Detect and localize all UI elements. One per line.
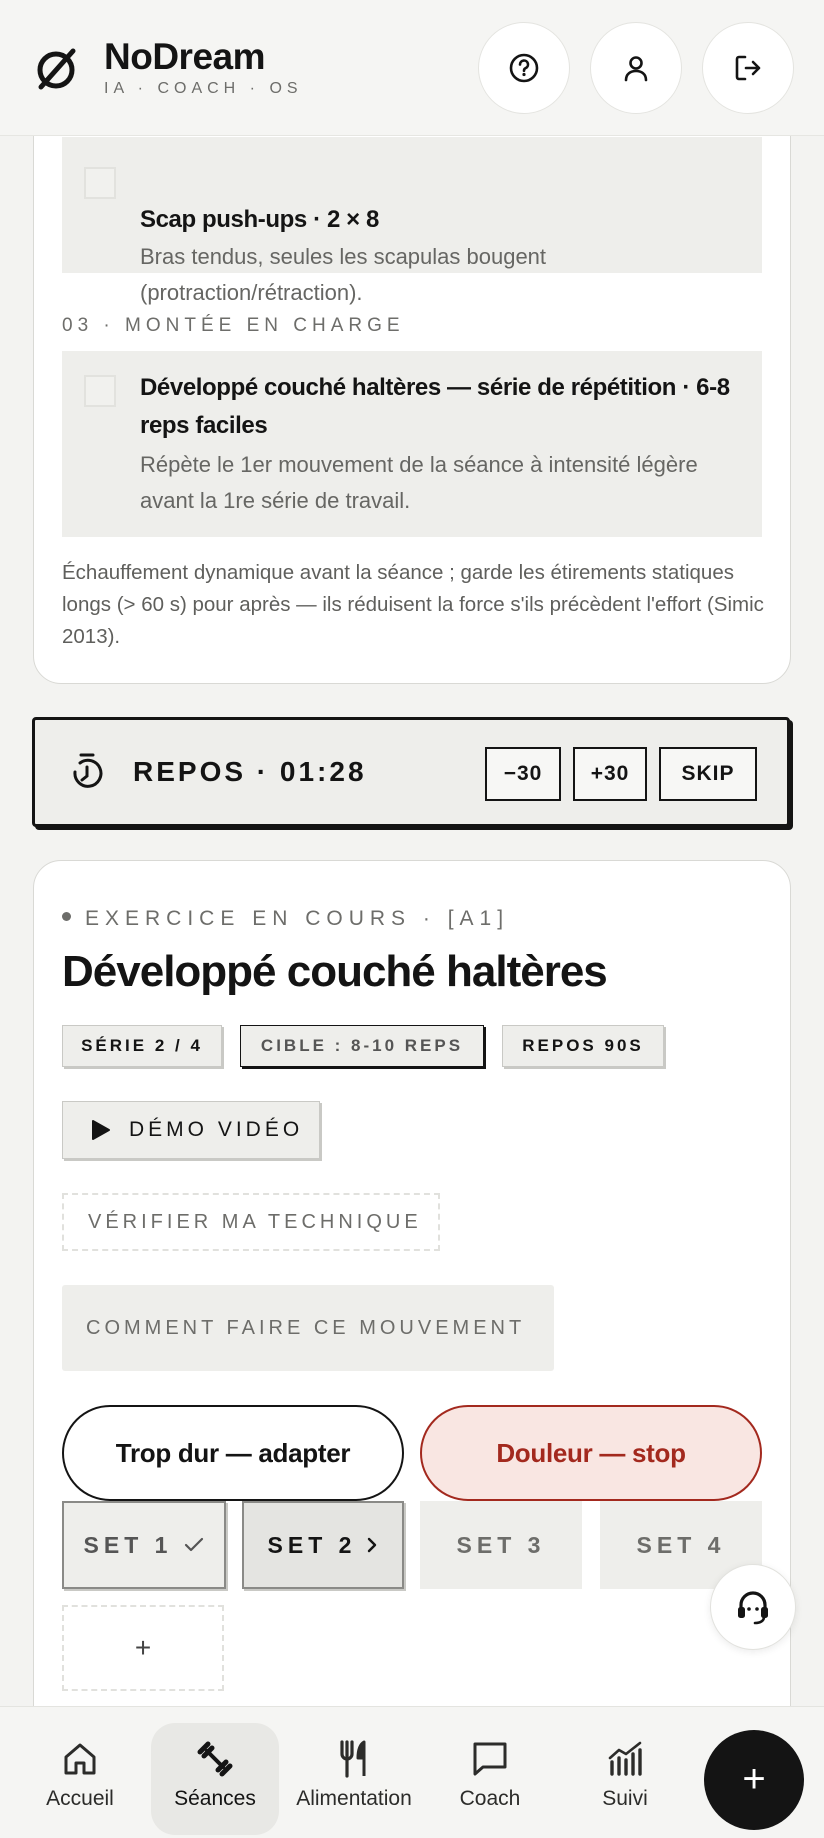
warmup-card: Scap push-ups · 2 × 8 Bras tendus, seule… xyxy=(33,80,791,684)
add-set-button[interactable]: + xyxy=(62,1605,224,1691)
check-icon xyxy=(185,1537,204,1552)
app-header: NoDream IA · COACH · OS xyxy=(0,0,824,136)
rest-tag: REPOS 90S xyxy=(502,1025,664,1067)
step-title: Scap push-ups · 2 × 8 xyxy=(140,206,379,233)
brand-tagline: IA · COACH · OS xyxy=(104,80,303,97)
demo-label: DÉMO VIDÉO xyxy=(129,1118,304,1141)
logout-button[interactable] xyxy=(702,22,794,114)
rest-label: REPOS · 01:28 xyxy=(133,756,367,787)
set-3-button[interactable]: SET 3 xyxy=(420,1501,582,1589)
chart-icon xyxy=(608,1741,642,1776)
nav-label: Coach xyxy=(459,1787,521,1810)
plus-30-button[interactable]: +30 xyxy=(573,747,647,801)
add-fab-button[interactable]: + xyxy=(704,1730,804,1830)
step-checkbox[interactable] xyxy=(84,375,116,407)
nav-item-alimentation[interactable]: Alimentation xyxy=(289,1723,419,1835)
minus-30-button[interactable]: −30 xyxy=(485,747,561,801)
too-hard-button[interactable]: Trop dur — adapter xyxy=(62,1405,404,1501)
step-title: Développé couché haltères — série de rép… xyxy=(140,374,730,439)
section-label: 03 · MONTÉE EN CHARGE xyxy=(62,315,405,336)
profile-button[interactable] xyxy=(590,22,682,114)
status-dot-icon xyxy=(62,911,71,921)
nav-item-coach[interactable]: Coach xyxy=(426,1723,554,1835)
question-circle-icon xyxy=(509,53,539,83)
exercise-eyebrow: EXERCICE EN COURS · [A1] xyxy=(62,907,509,931)
utensils-icon xyxy=(340,1740,366,1778)
warmup-step-scap[interactable]: Scap push-ups · 2 × 8 Bras tendus, seule… xyxy=(62,137,762,305)
current-exercise-card: EXERCICE EN COURS · [A1] Développé couch… xyxy=(33,860,791,1838)
logout-icon xyxy=(735,55,761,81)
warmup-step-dev[interactable]: Développé couché haltères — série de rép… xyxy=(62,351,762,537)
nav-label: Séances xyxy=(174,1787,256,1810)
home-icon xyxy=(64,1743,96,1775)
step-description: Bras tendus, seules les scapulas bougent… xyxy=(140,244,547,305)
play-icon xyxy=(92,1120,110,1140)
target-tag: CIBLE : 8-10 REPS xyxy=(240,1025,484,1067)
dumbbell-icon xyxy=(197,1741,233,1777)
chevron-right-icon xyxy=(368,1537,377,1553)
brand-name: NoDream xyxy=(104,36,266,77)
help-button[interactable] xyxy=(478,22,570,114)
chat-icon xyxy=(473,1742,507,1776)
warmup-note: Échauffement dynamique avant la séance ;… xyxy=(62,561,764,648)
nav-label: Alimentation xyxy=(296,1787,412,1810)
nav-item-seances[interactable]: Séances xyxy=(151,1723,279,1835)
series-tag: SÉRIE 2 / 4 xyxy=(62,1025,222,1067)
skip-button[interactable]: SKIP xyxy=(659,747,757,801)
exercise-title: Développé couché haltères xyxy=(62,947,608,996)
set-2-button[interactable]: SET 2 xyxy=(242,1501,404,1589)
timer-icon xyxy=(73,753,103,788)
user-icon xyxy=(624,56,648,82)
set-label: SET 1 xyxy=(83,1531,173,1558)
headset-icon xyxy=(738,1591,768,1625)
fab-label: + xyxy=(742,1756,766,1801)
verify-technique-button[interactable]: VÉRIFIER MA TECHNIQUE xyxy=(62,1193,440,1251)
pain-stop-button[interactable]: Douleur — stop xyxy=(420,1405,762,1501)
demo-video-button[interactable]: DÉMO VIDÉO xyxy=(62,1101,320,1159)
nav-label: Accueil xyxy=(46,1787,114,1810)
how-to-button[interactable]: COMMENT FAIRE CE MOUVEMENT xyxy=(62,1285,554,1371)
step-checkbox[interactable] xyxy=(84,167,116,199)
eyebrow-text: EXERCICE EN COURS · [A1] xyxy=(85,907,510,930)
support-button[interactable] xyxy=(710,1564,796,1650)
nav-item-suivi[interactable]: Suivi xyxy=(561,1723,689,1835)
logo-icon xyxy=(37,48,76,90)
nav-label: Suivi xyxy=(602,1787,648,1810)
rest-timer: REPOS · 01:28 −30 +30 SKIP xyxy=(32,717,790,827)
step-description: Répète le 1er mouvement de la séance à i… xyxy=(140,452,698,513)
set-1-button[interactable]: SET 1 xyxy=(62,1501,226,1589)
nav-item-accueil[interactable]: Accueil xyxy=(16,1723,144,1835)
set-label: SET 2 xyxy=(267,1531,357,1558)
bottom-nav: Accueil Séances Alimentation Coach Suivi xyxy=(0,1706,824,1838)
